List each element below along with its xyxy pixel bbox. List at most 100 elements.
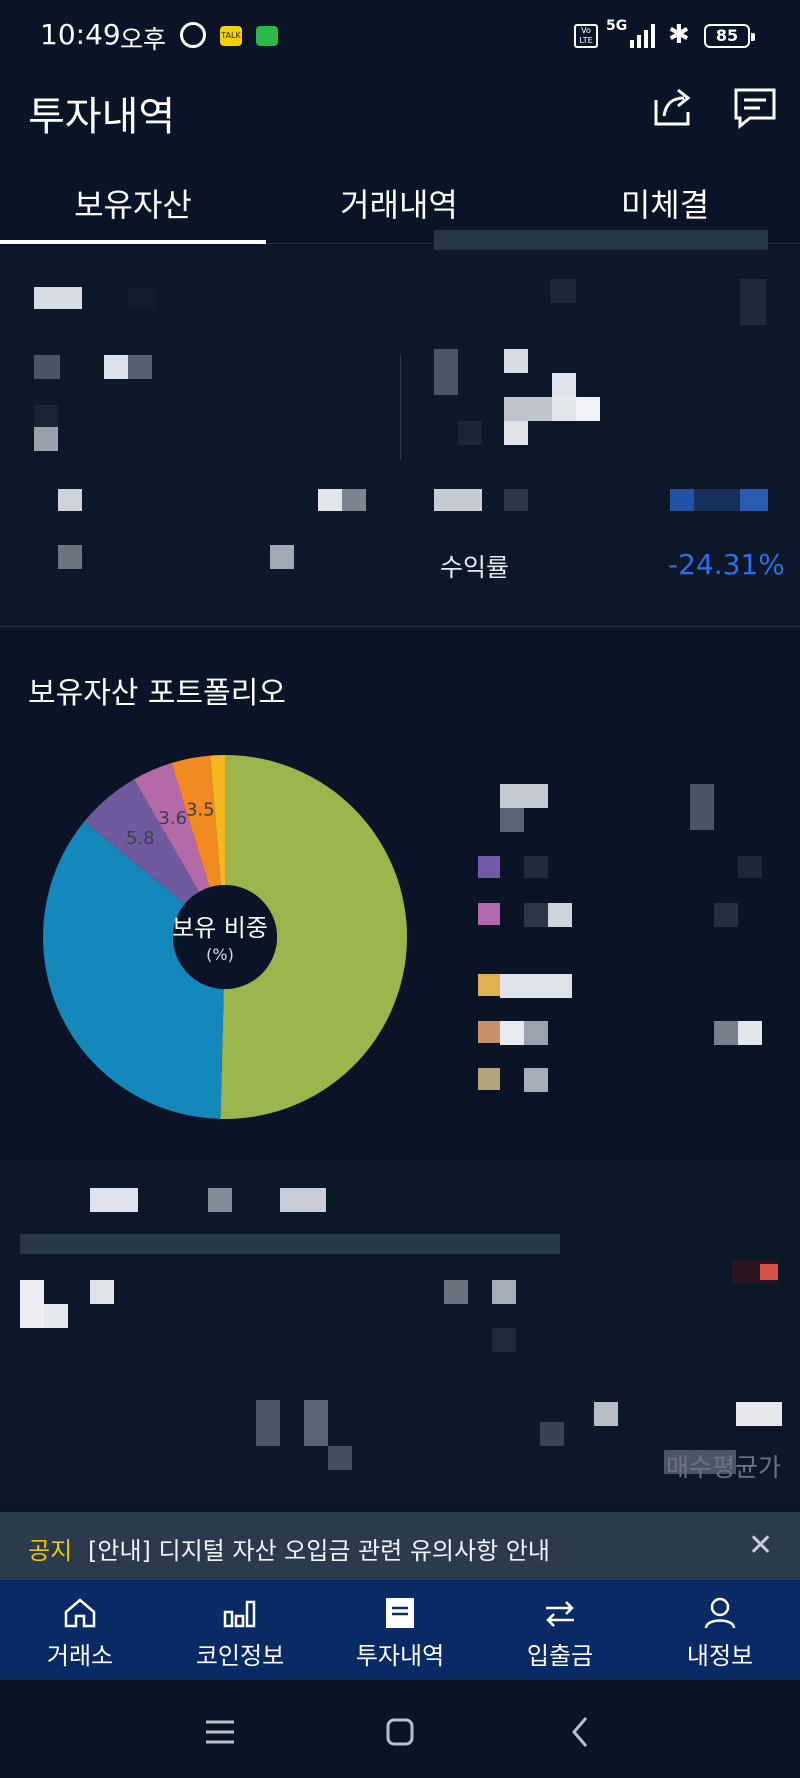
home-icon [64,1598,96,1628]
tab-pending[interactable]: 미체결 [532,180,798,226]
person-icon [704,1597,736,1629]
blurred-block [524,856,548,878]
back-icon[interactable] [562,1712,602,1752]
donut-center-label-group: 보유 비중 (%) [150,908,290,978]
blurred-block [492,1280,516,1304]
blurred-block [128,287,156,309]
chat-app-icon [256,26,278,46]
nav-label: 투자내역 [355,1642,445,1670]
blurred-block [504,421,528,445]
notice-tag: 공지 [28,1537,73,1565]
portfolio-title: 보유자산 포트폴리오 [28,676,286,711]
blurred-block [458,421,482,445]
alarm-icon [180,22,206,48]
volte-icon: Vo LTE [574,24,598,48]
nav-label: 내정보 [686,1642,754,1670]
blurred-block [524,1021,548,1045]
tab-active-indicator [0,240,266,244]
legend-swatch [478,903,500,925]
blurred-block [524,1068,548,1092]
blurred-block [552,397,576,421]
blurred-block [738,856,762,878]
nav-coin-info[interactable]: 코인정보 [160,1590,320,1674]
transfer-icon [546,1601,574,1627]
blurred-block [34,355,60,379]
blurred-block [740,279,766,325]
blurred-block [128,355,152,379]
legend-swatch [478,856,500,878]
kakaotalk-icon: TALK [220,26,242,46]
status-ampm: 오후 [120,25,167,54]
bluetooth-icon: ✱ [668,20,690,50]
blurred-block [714,903,738,927]
nav-deposit-withdraw[interactable]: 입출금 [480,1590,640,1674]
blurred-block [434,489,482,511]
blurred-block [736,1402,782,1426]
yield-value: -24.31% [668,548,785,581]
tab-holdings[interactable]: 보유자산 [0,180,266,226]
blurred-block [504,397,552,421]
blurred-block [500,808,524,832]
blurred-block [318,489,342,511]
blurred-block [434,349,458,395]
blurred-block [492,1328,516,1352]
blurred-block [694,489,740,511]
close-icon[interactable]: ✕ [748,1528,773,1563]
blurred-block [208,1188,232,1212]
blurred-block [270,545,294,569]
message-icon[interactable] [732,86,778,132]
battery-icon: 85 [704,24,755,48]
blurred-block [256,1400,280,1446]
legend-swatch [478,1068,500,1090]
bar-chart-icon [223,1600,256,1628]
recent-apps-icon[interactable] [200,1712,240,1752]
donut-slice-label: 5.8 [126,828,155,849]
donut-center-label: 보유 비중 [172,914,268,942]
blurred-block [280,1188,326,1212]
blurred-block [714,1021,738,1045]
blurred-block [576,397,600,421]
blurred-block [504,349,528,373]
blurred-block [500,784,548,808]
blurred-block [552,373,576,397]
section-separator [0,625,800,628]
tab-transactions[interactable]: 거래내역 [266,180,532,226]
page-title: 투자내역 [28,94,176,140]
nav-exchange[interactable]: 거래소 [0,1590,160,1674]
nav-my-info[interactable]: 내정보 [640,1590,800,1674]
blurred-block [44,1304,68,1328]
blurred-block [690,784,714,830]
status-time: 10:49 [40,18,121,51]
nav-label: 코인정보 [195,1642,285,1670]
blurred-block [740,489,768,511]
signal-icon [622,24,658,48]
blurred-block [760,1264,778,1280]
notice-text[interactable]: [안내] 디지털 자산 오입금 관련 유의사항 안내 [88,1531,550,1566]
blurred-block [342,489,366,511]
blurred-block [304,1400,328,1446]
blurred-block [550,279,576,303]
yield-label: 수익률 [440,553,510,582]
blurred-block [104,355,128,379]
blurred-block [90,1280,114,1304]
blurred-block [20,1234,560,1254]
blurred-block [504,489,528,511]
blurred-block [524,903,548,927]
nav-portfolio[interactable]: 투자내역 [320,1590,480,1674]
blurred-block [444,1280,468,1304]
blurred-block [548,903,572,927]
legend-swatch [478,974,500,996]
summary-divider [400,355,401,460]
home-button-icon[interactable] [380,1712,420,1752]
blurred-block [58,545,82,569]
blurred-block [20,1280,44,1328]
donut-slice-label: 3.5 [186,799,215,820]
donut-center-unit: (%) [206,945,234,964]
blurred-block [34,427,58,451]
avg-price-label: 매수평균가 [666,1453,782,1482]
share-icon[interactable] [650,84,696,130]
blurred-block [500,974,572,998]
blurred-block [34,405,58,427]
blurred-block [34,287,82,309]
blurred-block [594,1402,618,1426]
